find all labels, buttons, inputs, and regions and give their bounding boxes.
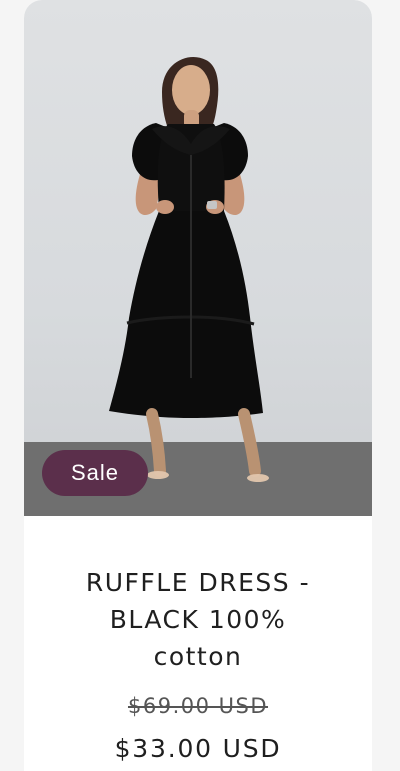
product-title[interactable]: RUFFLE DRESS - BLACK 100% cotton: [54, 564, 342, 675]
product-title-line-2: BLACK 100%: [109, 605, 287, 634]
compare-at-price: $69.00 USD: [127, 694, 269, 718]
product-photo: [109, 56, 269, 482]
page: Sale RUFFLE DRESS - BLACK 100% cotton $6…: [0, 0, 400, 771]
sale-price: $33.00 USD: [114, 734, 282, 763]
product-title-line-3: cotton: [153, 642, 243, 671]
product-image[interactable]: Sale: [24, 0, 372, 516]
product-title-line-1: RUFFLE DRESS -: [85, 568, 311, 597]
sale-badge: Sale: [42, 450, 148, 496]
product-info: RUFFLE DRESS - BLACK 100% cotton $69.00 …: [24, 516, 372, 771]
product-card[interactable]: Sale RUFFLE DRESS - BLACK 100% cotton $6…: [24, 0, 372, 771]
